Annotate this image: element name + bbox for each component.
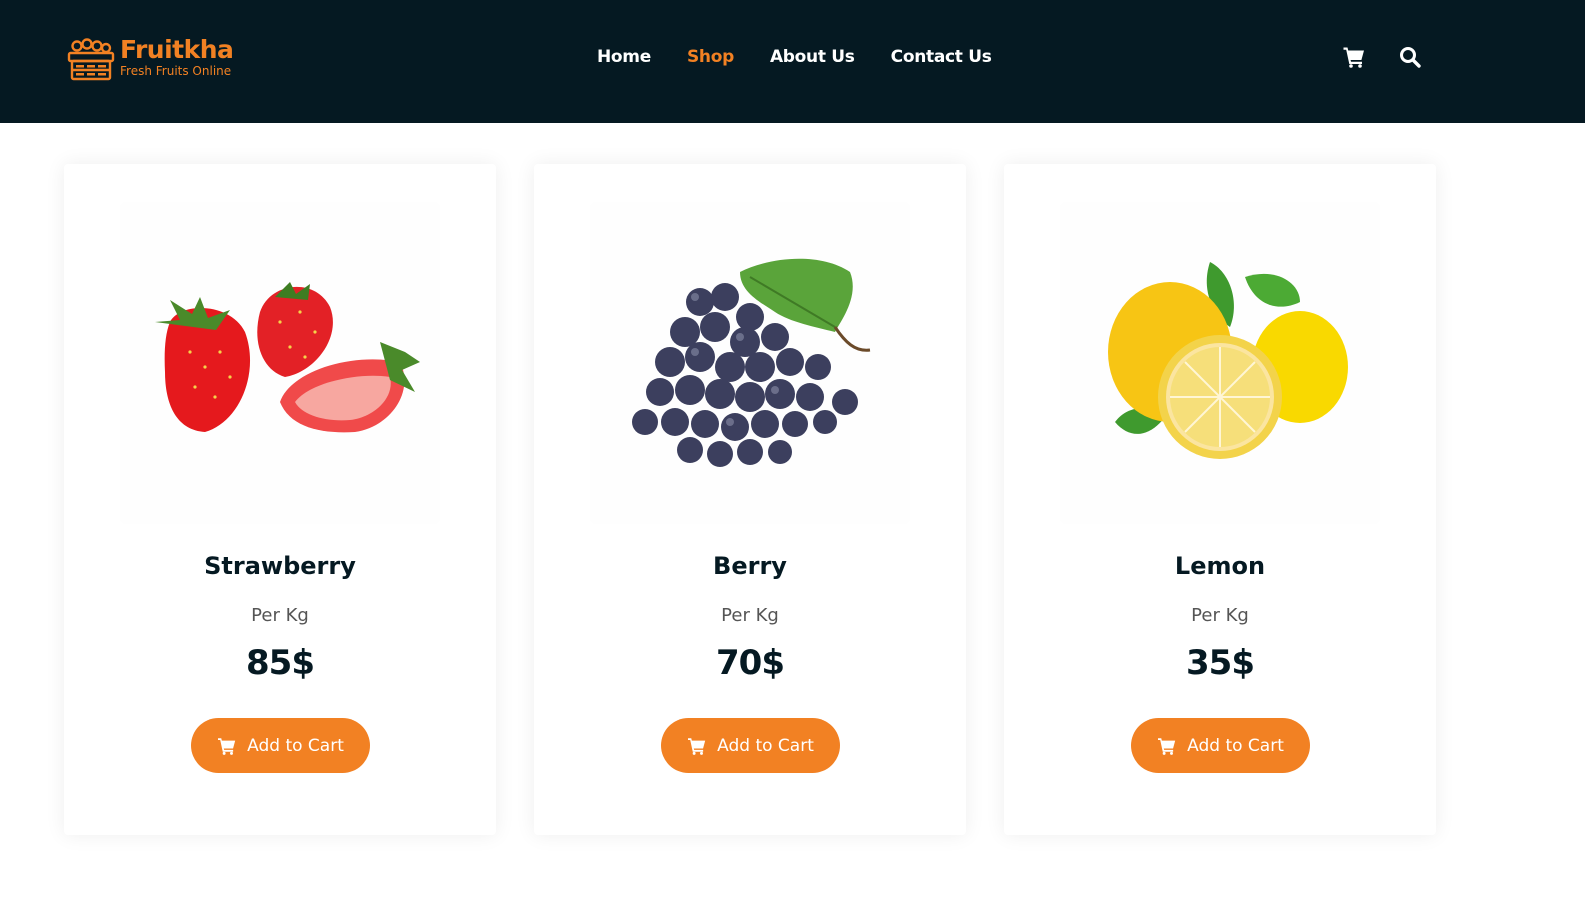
nav-link-contact[interactable]: Contact Us [891, 45, 992, 69]
product-unit: Per Kg [721, 605, 779, 626]
product-name: Strawberry [204, 552, 356, 580]
nav-link-shop[interactable]: Shop [687, 45, 734, 69]
product-price: 70$ [716, 643, 785, 683]
product-price: 35$ [1186, 643, 1255, 683]
product-card-lemon: Lemon Per Kg 35$ Add to Cart [1004, 164, 1436, 835]
top-navbar: Fruitkha Fresh Fruits Online Home Shop A… [0, 0, 1585, 123]
product-name: Berry [713, 552, 787, 580]
add-to-cart-label: Add to Cart [717, 735, 814, 756]
cart-icon [688, 737, 706, 755]
add-to-cart-button[interactable]: Add to Cart [191, 718, 370, 773]
product-name: Lemon [1174, 552, 1266, 580]
product-unit: Per Kg [251, 605, 309, 626]
lemon-image[interactable] [1060, 202, 1380, 524]
product-price: 85$ [246, 643, 315, 683]
main-nav: Home Shop About Us Contact Us [597, 45, 1028, 69]
cart-icon[interactable] [1342, 45, 1366, 69]
product-unit: Per Kg [1191, 605, 1249, 626]
search-icon[interactable] [1398, 45, 1422, 69]
add-to-cart-button[interactable]: Add to Cart [1131, 718, 1310, 773]
cart-icon [1158, 737, 1176, 755]
brand-title: Fruitkha [120, 35, 234, 64]
grapes-image[interactable] [590, 202, 910, 524]
nav-link-home[interactable]: Home [597, 45, 651, 69]
add-to-cart-label: Add to Cart [247, 735, 344, 756]
add-to-cart-label: Add to Cart [1187, 735, 1284, 756]
nav-link-about[interactable]: About Us [770, 45, 855, 69]
product-card-berry: Berry Per Kg 70$ Add to Cart [534, 164, 966, 835]
strawberry-image[interactable] [120, 202, 440, 524]
brand-logo[interactable]: Fruitkha Fresh Fruits Online [66, 34, 256, 84]
brand-subtitle: Fresh Fruits Online [120, 64, 232, 78]
fruit-basket-icon [67, 38, 115, 81]
product-card-strawberry: Strawberry Per Kg 85$ Add to Cart [64, 164, 496, 835]
add-to-cart-button[interactable]: Add to Cart [661, 718, 840, 773]
cart-icon [218, 737, 236, 755]
